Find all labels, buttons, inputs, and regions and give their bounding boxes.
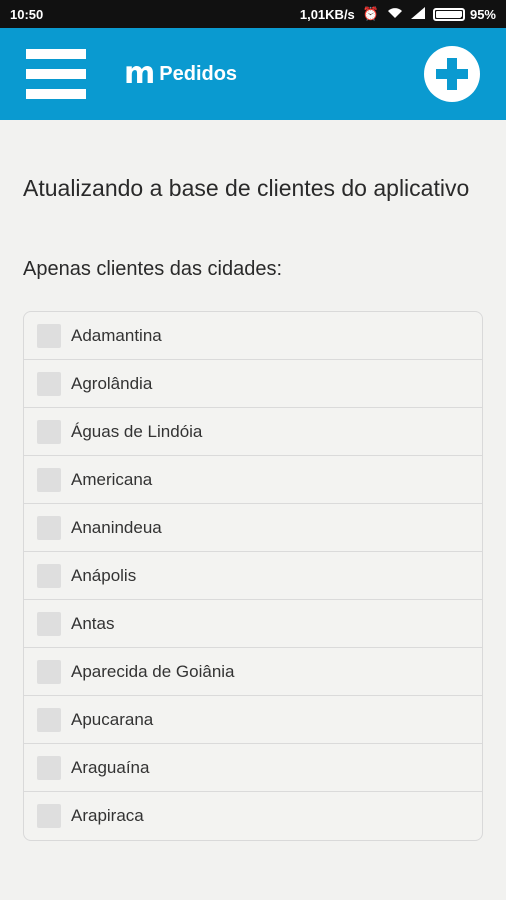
city-list: Adamantina Agrolândia Águas de Lindóia A… <box>23 311 483 841</box>
status-time: 10:50 <box>10 6 44 22</box>
main-content: Atualizando a base de clientes do aplica… <box>0 171 506 841</box>
list-item[interactable]: Anápolis <box>24 552 482 600</box>
alarm-icon: ⏰ <box>362 6 379 21</box>
status-indicators: 1,01KB/s ⏰ 95% <box>300 6 496 22</box>
city-label: Americana <box>71 469 153 489</box>
menu-icon[interactable] <box>26 49 86 99</box>
app-logo: m Pedidos <box>124 59 237 89</box>
checkbox[interactable] <box>37 707 61 732</box>
checkbox[interactable] <box>37 804 61 828</box>
checkbox[interactable] <box>37 323 61 348</box>
list-item[interactable]: Apucarana <box>24 696 482 744</box>
list-item[interactable]: Águas de Lindóia <box>24 408 482 456</box>
city-label: Anápolis <box>71 565 137 585</box>
status-bar: 10:50 1,01KB/s ⏰ 95% <box>0 0 506 28</box>
city-label: Ananindeua <box>71 517 162 537</box>
app-title: Pedidos <box>159 62 238 85</box>
city-label: Adamantina <box>71 325 162 345</box>
checkbox[interactable] <box>37 467 61 492</box>
cities-heading: Apenas clientes das cidades: <box>23 258 283 280</box>
battery-percent: 95% <box>469 6 496 22</box>
list-item[interactable]: Arapiraca <box>24 792 482 840</box>
checkbox[interactable] <box>37 515 61 540</box>
checkbox[interactable] <box>37 371 61 396</box>
plus-icon <box>436 58 468 90</box>
battery-icon <box>432 7 465 21</box>
add-button[interactable] <box>424 46 480 102</box>
network-speed: 1,01KB/s <box>299 6 355 22</box>
city-label: Águas de Lindóia <box>71 421 203 441</box>
city-label: Antas <box>71 613 115 633</box>
page-title: Atualizando a base de clientes do aplica… <box>23 175 470 201</box>
list-item[interactable]: Adamantina <box>24 312 482 360</box>
city-label: Araguaína <box>71 757 150 777</box>
list-item[interactable]: Araguaína <box>24 744 482 792</box>
city-label: Aparecida de Goiânia <box>71 661 235 681</box>
city-label: Apucarana <box>71 709 154 729</box>
signal-icon <box>410 6 425 22</box>
logo-mark: m <box>124 56 155 91</box>
checkbox[interactable] <box>37 659 61 684</box>
list-item[interactable]: Agrolândia <box>24 360 482 408</box>
checkbox[interactable] <box>37 611 61 636</box>
city-label: Agrolândia <box>71 373 153 393</box>
list-item[interactable]: Americana <box>24 456 482 504</box>
list-item[interactable]: Aparecida de Goiânia <box>24 648 482 696</box>
app-bar: m Pedidos <box>0 28 506 120</box>
city-label: Arapiraca <box>71 806 144 825</box>
list-item[interactable]: Antas <box>24 600 482 648</box>
checkbox[interactable] <box>37 563 61 588</box>
checkbox[interactable] <box>37 419 61 444</box>
list-item[interactable]: Ananindeua <box>24 504 482 552</box>
checkbox[interactable] <box>37 755 61 780</box>
wifi-icon <box>387 7 403 22</box>
